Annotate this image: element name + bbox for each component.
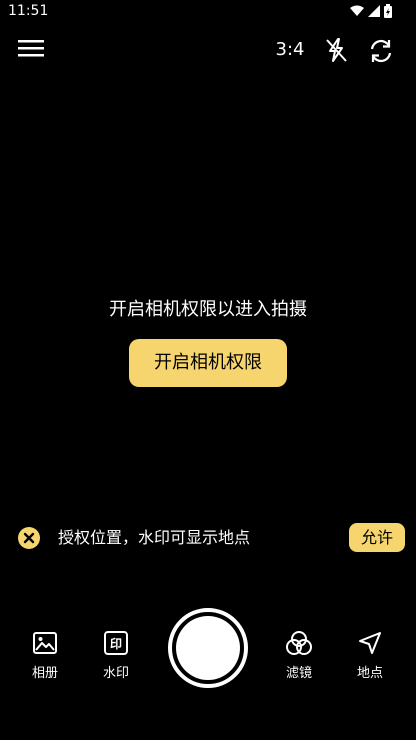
- permission-message: 开启相机权限以进入拍摄: [109, 299, 307, 320]
- menu-icon: [18, 40, 44, 57]
- camera-top-bar: 3:4: [0, 30, 416, 70]
- close-icon: [23, 532, 35, 544]
- enable-camera-permission-button[interactable]: 开启相机权限: [129, 339, 287, 387]
- watermark-icon: 印: [104, 631, 128, 655]
- location-button[interactable]: 地点: [340, 630, 400, 690]
- camera-bottom-bar: 相册 印 水印 滤镜 地点: [0, 600, 416, 710]
- watermark-label: 水印: [102, 666, 129, 681]
- shutter-inner: [176, 616, 240, 680]
- location-label: 地点: [356, 666, 383, 681]
- wifi-icon: [350, 5, 364, 16]
- image-icon: [33, 632, 57, 654]
- menu-button[interactable]: [18, 38, 48, 62]
- status-time: 11:51: [8, 3, 49, 19]
- album-button[interactable]: 相册: [15, 630, 75, 690]
- filter-icon: [286, 631, 312, 655]
- location-banner: 授权位置，水印可显示地点 允许: [0, 520, 416, 556]
- allow-location-button[interactable]: 允许: [349, 523, 405, 552]
- status-bar: 11:51: [0, 0, 416, 24]
- aspect-ratio-button[interactable]: 3:4: [270, 38, 310, 62]
- svg-text:印: 印: [110, 637, 122, 651]
- filter-button[interactable]: 滤镜: [269, 630, 329, 690]
- filter-label: 滤镜: [285, 666, 312, 681]
- flash-off-icon: [326, 38, 347, 62]
- signal-icon: [368, 5, 380, 17]
- close-banner-button[interactable]: [18, 527, 40, 549]
- camera-switch-icon: [370, 39, 392, 63]
- watermark-button[interactable]: 印 水印: [86, 630, 146, 690]
- album-label: 相册: [31, 666, 58, 681]
- switch-camera-button[interactable]: [366, 36, 396, 66]
- status-icons: [350, 4, 392, 18]
- shutter-button[interactable]: [168, 608, 248, 688]
- location-banner-text: 授权位置，水印可显示地点: [58, 528, 251, 547]
- flash-toggle-button[interactable]: [322, 36, 350, 64]
- navigation-arrow-icon: [359, 632, 381, 654]
- battery-charging-icon: [384, 4, 392, 18]
